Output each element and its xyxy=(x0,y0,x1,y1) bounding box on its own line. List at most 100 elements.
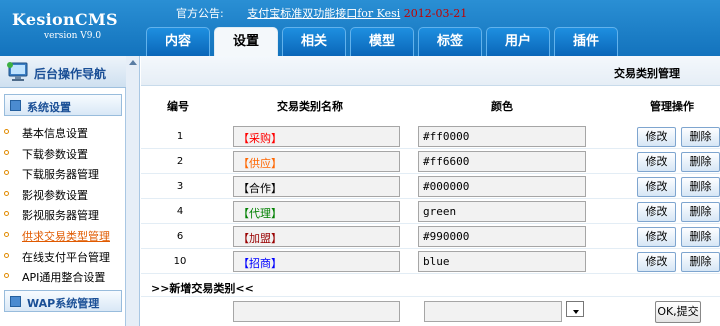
edit-button[interactable]: 修改 xyxy=(637,177,676,197)
table-row: 1 【采购】 #ff0000 修改 删除 xyxy=(141,124,720,149)
row-id: 2 xyxy=(176,156,184,167)
edit-button[interactable]: 修改 xyxy=(637,127,676,147)
delete-button[interactable]: 删除 xyxy=(681,202,720,222)
delete-button[interactable]: 删除 xyxy=(681,177,720,197)
category-color-field[interactable]: green xyxy=(418,201,586,222)
category-color-field[interactable]: #990000 xyxy=(418,226,586,247)
table-row: 4 【代理】 green 修改 删除 xyxy=(141,199,720,224)
announcement-label: 官方公告: xyxy=(176,7,224,20)
bullet-icon xyxy=(4,211,9,217)
sidebar-item-label: 影视参数设置 xyxy=(22,188,88,202)
sidebar-header: 后台操作导航 xyxy=(0,56,126,88)
category-name-value: 【代理】 xyxy=(238,207,282,220)
delete-button[interactable]: 删除 xyxy=(681,152,720,172)
tab-3[interactable]: 模型 xyxy=(350,27,414,56)
settings-icon xyxy=(10,100,21,111)
edit-button[interactable]: 修改 xyxy=(637,252,676,272)
bullet-icon xyxy=(4,129,9,134)
category-name-value: 【招商】 xyxy=(238,257,282,270)
row-id: 4 xyxy=(176,206,184,217)
row-id: 3 xyxy=(176,181,184,192)
category-name-value: 【合作】 xyxy=(238,182,282,195)
sidebar-title: 后台操作导航 xyxy=(34,67,107,81)
dropdown-arrow-icon xyxy=(573,310,579,314)
page-title: 交易类别管理 xyxy=(614,67,680,80)
category-name-field[interactable]: 【加盟】 xyxy=(233,226,400,247)
tab-2[interactable]: 相关 xyxy=(282,27,346,56)
column-header-actions: 管理操作 xyxy=(650,100,694,113)
category-name-value: 【加盟】 xyxy=(238,232,282,245)
table-row: 6 【加盟】 #990000 修改 删除 xyxy=(141,224,720,249)
category-name-field[interactable]: 【合作】 xyxy=(233,176,400,197)
app-name: KesionCMS xyxy=(12,10,118,29)
sidebar-item-label: 供求交易类型管理 xyxy=(22,230,110,243)
category-name-field[interactable]: 【采购】 xyxy=(233,126,400,147)
category-color-field[interactable]: blue xyxy=(418,251,586,272)
sidebar-group-label: WAP系统管理 xyxy=(27,297,100,310)
sidebar-item-label: 下载服务器管理 xyxy=(22,168,99,182)
new-category-row: OK,提交 xyxy=(141,296,720,326)
table-row: 3 【合作】 #000000 修改 删除 xyxy=(141,174,720,199)
category-color-field[interactable]: #ff6600 xyxy=(418,151,586,172)
edit-button[interactable]: 修改 xyxy=(637,152,676,172)
column-header-name: 交易类别名称 xyxy=(277,100,343,113)
tab-6[interactable]: 插件 xyxy=(554,27,618,56)
bullet-icon xyxy=(4,190,9,196)
top-header: KesionCMS version V9.0 官方公告: 支付宝标准双功能接口f… xyxy=(0,0,720,56)
table-row: 10 【招商】 blue 修改 删除 xyxy=(141,249,720,274)
announcement: 官方公告: 支付宝标准双功能接口for Kesi 2012-03-21 xyxy=(176,5,468,20)
delete-button[interactable]: 删除 xyxy=(681,252,720,272)
table-header: 编号 交易类别名称 颜色 管理操作 xyxy=(141,94,720,116)
tab-5[interactable]: 用户 xyxy=(486,27,550,56)
row-id: 10 xyxy=(173,256,187,267)
announcement-link[interactable]: 支付宝标准双功能接口for Kesi xyxy=(247,7,400,20)
edit-button[interactable]: 修改 xyxy=(637,227,676,247)
sidebar-item-label: 影视服务器管理 xyxy=(22,209,99,223)
row-id: 1 xyxy=(176,131,184,142)
delete-button[interactable]: 删除 xyxy=(681,127,720,147)
column-header-id: 编号 xyxy=(167,100,189,113)
logo: KesionCMS version V9.0 xyxy=(0,0,140,56)
monitor-icon xyxy=(7,62,28,81)
sidebar-group-system[interactable]: 系统设置 xyxy=(4,94,122,116)
bullet-icon xyxy=(4,273,9,279)
sidebar-item-label: 下载参数设置 xyxy=(22,147,88,161)
tab-1[interactable]: 设置 xyxy=(214,27,278,56)
sidebar-item-label: API通用整合设置 xyxy=(22,271,106,285)
category-name-value: 【采购】 xyxy=(238,132,282,145)
table-row: 2 【供应】 #ff6600 修改 删除 xyxy=(141,149,720,174)
column-header-color: 颜色 xyxy=(491,100,513,113)
submit-button[interactable]: OK,提交 xyxy=(655,301,701,323)
color-picker-button[interactable] xyxy=(566,301,584,317)
row-id: 6 xyxy=(176,231,184,242)
settings-icon xyxy=(10,296,21,307)
bullet-icon xyxy=(4,252,9,258)
new-name-input[interactable] xyxy=(233,301,400,322)
category-name-field[interactable]: 【招商】 xyxy=(233,251,400,272)
category-name-field[interactable]: 【供应】 xyxy=(233,151,400,172)
sidebar-group-wap[interactable]: WAP系统管理 xyxy=(4,290,122,312)
sidebar-item-label: 在线支付平台管理 xyxy=(22,250,110,264)
edit-button[interactable]: 修改 xyxy=(637,202,676,222)
category-name-value: 【供应】 xyxy=(238,157,282,170)
page-title-bar: 交易类别管理 xyxy=(141,56,720,86)
sidebar-item-label: 基本信息设置 xyxy=(22,127,88,140)
sidebar-splitter[interactable] xyxy=(126,56,140,326)
category-color-field[interactable]: #000000 xyxy=(418,176,586,197)
delete-button[interactable]: 删除 xyxy=(681,227,720,247)
collapse-arrow-icon[interactable] xyxy=(129,60,137,65)
main-panel: 交易类别管理 编号 交易类别名称 颜色 管理操作 1 【采购】 #ff0000 修改删… xyxy=(141,56,720,326)
sidebar: 后台操作导航 系统设置基本信息设置 下载参数设置 下载服务器管理 影视参数设置 影视服务… xyxy=(0,56,126,326)
bullet-icon xyxy=(4,232,9,237)
announcement-date: 2012-03-21 xyxy=(403,7,468,20)
bullet-icon xyxy=(4,170,9,176)
category-color-field[interactable]: #ff0000 xyxy=(418,126,586,147)
new-category-heading: >>新增交易类别<< xyxy=(151,282,254,295)
category-name-field[interactable]: 【代理】 xyxy=(233,201,400,222)
new-color-input[interactable] xyxy=(424,301,562,322)
sidebar-group-label: 系统设置 xyxy=(27,101,71,114)
tab-4[interactable]: 标签 xyxy=(418,27,482,56)
bullet-icon xyxy=(4,149,9,155)
app-version: version V9.0 xyxy=(44,31,102,41)
tab-0[interactable]: 内容 xyxy=(146,27,210,56)
